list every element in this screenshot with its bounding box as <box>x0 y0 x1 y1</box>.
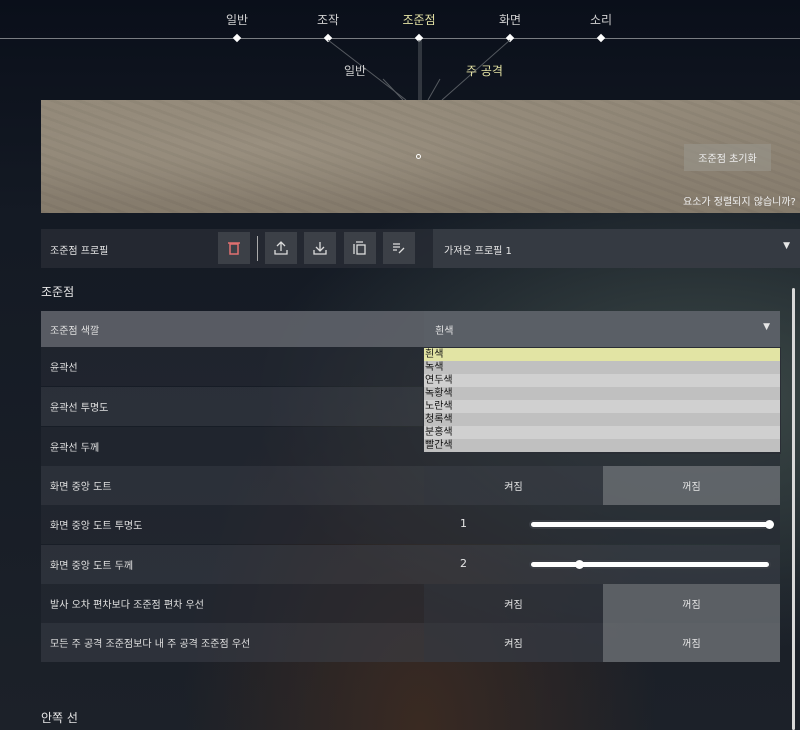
crosshair-color-row: 조준점 색깔 흰색 ▼ <box>41 311 780 347</box>
center-dot-thickness-slider[interactable] <box>531 559 769 569</box>
fire-error-row: 발사 오차 편차보다 조준점 편차 우선 켜짐 꺼짐 <box>41 584 780 623</box>
row-label: 화면 중앙 도트 두께 <box>50 561 134 572</box>
section-title-crosshair: 조준점 <box>41 285 75 299</box>
rename-profile-button[interactable] <box>383 232 415 264</box>
color-option[interactable]: 연두색 <box>424 374 780 387</box>
copy-icon <box>353 241 366 255</box>
subtab-general[interactable]: 일반 <box>344 62 366 79</box>
download-icon <box>313 242 327 255</box>
trash-icon <box>228 242 240 255</box>
profile-dropdown[interactable]: 가져온 프로필 1 ▼ <box>433 229 800 268</box>
chevron-down-icon: ▼ <box>763 322 770 332</box>
row-label: 윤곽선 투명도 <box>50 403 109 414</box>
color-option[interactable]: 분홍색 <box>424 426 780 439</box>
center-dot-thickness-row: 화면 중앙 도트 두께 2 <box>41 545 780 584</box>
row-label: 발사 오차 편차보다 조준점 편차 우선 <box>50 600 204 611</box>
center-dot-opacity-row: 화면 중앙 도트 투명도 1 <box>41 505 780 544</box>
color-option[interactable]: 청록색 <box>424 413 780 426</box>
slider-value: 1 <box>460 517 467 530</box>
tab-crosshair[interactable]: 조준점 <box>402 11 435 28</box>
row-label: 조준점 색깔 <box>50 325 100 337</box>
nav-connector-lines <box>327 39 511 101</box>
import-profile-button[interactable] <box>304 232 336 264</box>
row-label: 화면 중앙 도트 투명도 <box>50 521 143 532</box>
my-primary-on-button[interactable]: 켜짐 <box>424 623 603 662</box>
scrollbar[interactable] <box>792 288 795 730</box>
section-title-inner-lines: 안쪽 선 <box>41 711 78 725</box>
row-label: 윤곽선 두께 <box>50 443 100 454</box>
color-option[interactable]: 녹색 <box>424 361 780 374</box>
color-option[interactable]: 흰색 <box>424 348 780 361</box>
reset-crosshair-button[interactable]: 조준점 초기화 <box>684 144 771 171</box>
center-dot-off-button[interactable]: 꺼짐 <box>603 466 780 505</box>
my-primary-row: 모든 주 공격 조준점보다 내 주 공격 조준점 우선 켜짐 꺼짐 <box>41 623 780 662</box>
chevron-down-icon: ▼ <box>783 241 790 251</box>
slider-knob[interactable] <box>765 519 774 529</box>
color-dropdown[interactable]: 흰색 ▼ <box>424 311 780 347</box>
center-dot-row: 화면 중앙 도트 켜짐 꺼짐 <box>41 466 780 505</box>
fire-error-off-button[interactable]: 꺼짐 <box>603 584 780 623</box>
tab-general[interactable]: 일반 <box>226 11 248 28</box>
slider-knob[interactable] <box>574 559 584 569</box>
color-option[interactable]: 빨간색 <box>424 439 780 452</box>
copy-profile-button[interactable] <box>344 232 376 264</box>
center-dot-opacity-slider[interactable] <box>531 519 774 529</box>
subtab-primary[interactable]: 주 공격 <box>466 62 503 79</box>
slider-value: 2 <box>460 557 467 570</box>
row-label: 화면 중앙 도트 <box>50 482 112 493</box>
misaligned-link[interactable]: 요소가 정렬되지 않습니까? <box>683 193 796 208</box>
crosshair-dot <box>416 154 421 159</box>
profile-selected: 가져온 프로필 1 <box>444 246 512 257</box>
my-primary-off-button[interactable]: 꺼짐 <box>603 623 780 662</box>
color-option[interactable]: 녹황색 <box>424 387 780 400</box>
tab-audio[interactable]: 소리 <box>590 11 612 28</box>
delete-profile-button[interactable] <box>218 232 250 264</box>
tab-controls[interactable]: 조작 <box>317 11 339 28</box>
center-dot-on-button[interactable]: 켜짐 <box>424 466 603 505</box>
color-selected: 흰색 <box>435 326 454 337</box>
rename-icon <box>393 243 405 254</box>
row-label: 윤곽선 <box>50 363 78 374</box>
tab-video[interactable]: 화면 <box>499 11 521 28</box>
profile-label: 조준점 프로필 <box>50 246 109 257</box>
upload-icon <box>274 241 288 255</box>
export-profile-button[interactable] <box>265 232 297 264</box>
fire-error-on-button[interactable]: 켜짐 <box>424 584 603 623</box>
color-option[interactable]: 노란색 <box>424 400 780 413</box>
row-label: 모든 주 공격 조준점보다 내 주 공격 조준점 우선 <box>50 639 251 650</box>
divider <box>257 236 258 261</box>
